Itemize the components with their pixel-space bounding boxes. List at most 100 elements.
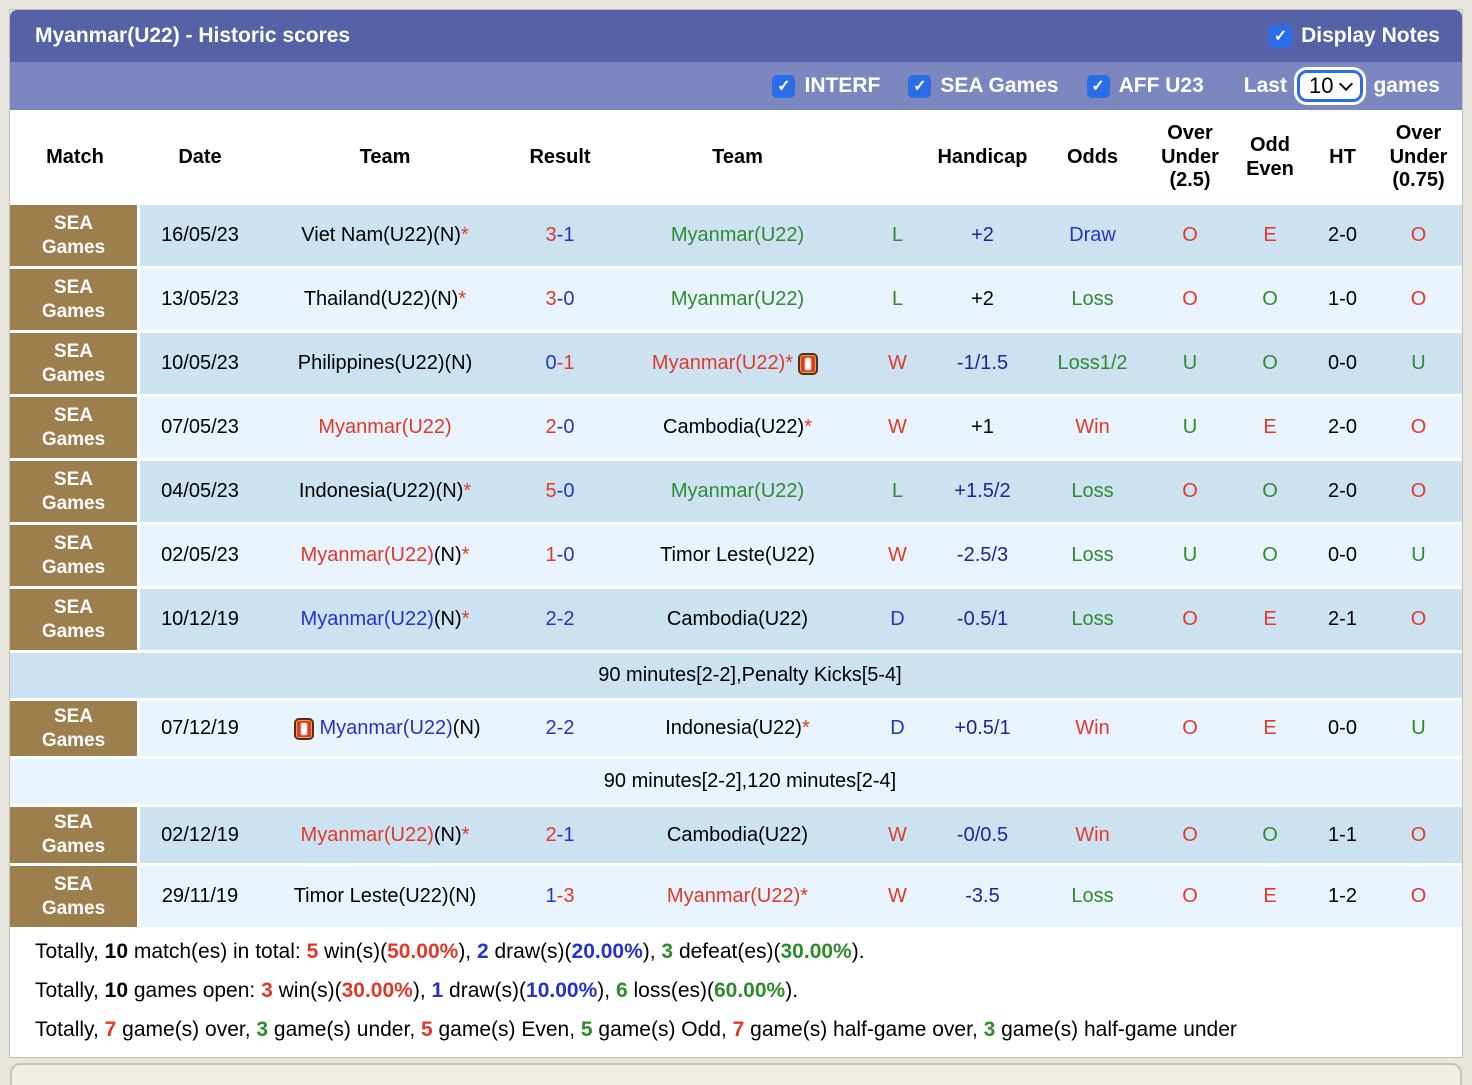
last-games-select[interactable]: 10 bbox=[1296, 70, 1364, 102]
summary-segment: 50.00% bbox=[387, 940, 459, 963]
filter-label: AFF U23 bbox=[1118, 74, 1204, 97]
summary-segment: ), bbox=[458, 940, 477, 963]
team-name: Myanmar(U22) bbox=[670, 224, 805, 246]
summary-segment: 30.00% bbox=[780, 940, 852, 963]
odd-even-cell: E bbox=[1230, 589, 1310, 650]
historic-scores-table: Match Date Team Result Team Handicap Odds Over … bbox=[10, 110, 1462, 930]
page-title: Myanmar(U22) - Historic scores bbox=[35, 24, 351, 47]
team-name: Myanmar(U22) bbox=[319, 717, 453, 739]
odds-cell-value: Loss bbox=[1071, 288, 1114, 310]
match-type-cell: SEA Games bbox=[10, 397, 140, 458]
over-under-2-5-cell: O bbox=[1150, 701, 1230, 756]
match-type-line: SEA bbox=[53, 596, 94, 618]
match-type-line: Games bbox=[41, 236, 106, 258]
display-notes-toggle[interactable]: ✓ Display Notes bbox=[1269, 24, 1440, 48]
home-team-cell: Myanmar(U22) (N) * bbox=[260, 589, 510, 650]
away-team-cell: Myanmar(U22) bbox=[610, 461, 865, 522]
score: -0 bbox=[556, 544, 575, 566]
header-over-under-0.75-: Over Under (0.75) bbox=[1389, 122, 1448, 192]
match-type-line: Games bbox=[41, 620, 106, 642]
score: -0 bbox=[556, 416, 575, 438]
home-team-cell: Myanmar(U22) (N) * bbox=[260, 525, 510, 586]
table-row: SEA Games 10/05/23 Philippines(U22)(N) 0 -1 My… bbox=[10, 333, 1462, 397]
odds-cell: Win bbox=[1035, 807, 1150, 863]
team-name: Cambodia(U22) bbox=[666, 823, 809, 846]
summary-segment: 7 bbox=[732, 1018, 745, 1041]
wdl-cell: W bbox=[865, 333, 930, 394]
score: -1 bbox=[556, 224, 575, 246]
summary-segment: ), bbox=[597, 979, 616, 1002]
odds-cell-value: Loss1/2 bbox=[1057, 352, 1128, 374]
home-team-cell: Viet Nam(U22)(N) * bbox=[260, 205, 510, 266]
summary-segment: ). bbox=[851, 940, 865, 963]
handicap-cell: +0.5/1 bbox=[930, 701, 1035, 756]
filter-checkbox-interf[interactable]: ✓ INTERF bbox=[772, 74, 880, 98]
over-under-0-75-cell: U bbox=[1375, 333, 1462, 394]
match-type-line: SEA bbox=[53, 340, 94, 362]
home-team-cell: Thailand(U22)(N) * bbox=[260, 269, 510, 330]
team-name: Cambodia(U22) bbox=[663, 416, 805, 438]
display-notes-checkbox-icon[interactable]: ✓ bbox=[1269, 24, 1293, 48]
odds-cell: Loss bbox=[1035, 866, 1150, 927]
team-name: * bbox=[801, 717, 810, 739]
away-team-cell: Myanmar(U22) bbox=[610, 205, 865, 266]
date-cell: 13/05/23 bbox=[161, 288, 239, 310]
date-cell: 10/12/19 bbox=[161, 608, 239, 630]
odds-cell-value: Loss bbox=[1071, 480, 1114, 502]
odds-cell: Loss1/2 bbox=[1035, 333, 1150, 394]
odd-even-cell-value: E bbox=[1263, 885, 1277, 907]
summary-section: Totally, 10 match(es) in total: 5 win(s)… bbox=[10, 930, 1462, 1057]
header-team: Team bbox=[359, 145, 411, 168]
odd-even-cell: E bbox=[1230, 866, 1310, 927]
summary-segment: 5 bbox=[580, 1018, 593, 1041]
team-name: Viet Nam(U22)(N) bbox=[301, 224, 461, 246]
checkbox-checked-icon[interactable]: ✓ bbox=[1086, 74, 1110, 98]
team-name: * bbox=[458, 288, 467, 310]
handicap-cell-value: -2.5/3 bbox=[956, 544, 1009, 566]
summary-segment: 2 bbox=[476, 940, 489, 963]
over-under-2-5-cell: O bbox=[1150, 461, 1230, 522]
team-name: Myanmar(U22) bbox=[318, 416, 452, 438]
odds-cell-value: Loss bbox=[1071, 608, 1114, 630]
over-under-0-75-value: U bbox=[1411, 717, 1426, 739]
summary-segment: game(s) half-game under bbox=[995, 1018, 1237, 1041]
summary-segment: win(s)( bbox=[272, 979, 342, 1002]
filter-checkbox-aff-u23[interactable]: ✓ AFF U23 bbox=[1086, 74, 1204, 98]
table-row: SEA Games 07/12/19 Myanmar(U22) (N) 2 -2 Indone… bbox=[10, 701, 1462, 759]
filter-checkbox-sea-games[interactable]: ✓ SEA Games bbox=[908, 74, 1059, 98]
date-cell: 02/12/19 bbox=[161, 823, 239, 846]
result-cell: 2 -2 bbox=[510, 701, 610, 756]
summary-line: Totally, 7 game(s) over, 3 game(s) under… bbox=[35, 1010, 1462, 1049]
over-under-0-75-cell: U bbox=[1375, 525, 1462, 586]
odds-cell-value: Win bbox=[1075, 416, 1110, 438]
result-cell: 2 -0 bbox=[510, 397, 610, 458]
summary-segment: 20.00% bbox=[571, 940, 643, 963]
handicap-cell: +2 bbox=[930, 205, 1035, 266]
odds-cell: Win bbox=[1035, 397, 1150, 458]
team-name: (N) bbox=[433, 544, 462, 566]
header-team: Team bbox=[712, 145, 763, 168]
games-label: games bbox=[1373, 74, 1440, 97]
team-name: Myanmar(U22)* bbox=[651, 352, 794, 374]
handicap-cell-value: +2 bbox=[971, 288, 994, 310]
team-name: Myanmar(U22) bbox=[300, 823, 434, 846]
result-cell: 2 -1 bbox=[510, 807, 610, 863]
match-type-line: Games bbox=[41, 364, 106, 386]
odd-even-cell: O bbox=[1230, 461, 1310, 522]
summary-segment: 10 bbox=[104, 979, 128, 1002]
checkbox-checked-icon[interactable]: ✓ bbox=[908, 74, 932, 98]
odds-cell-value: Loss bbox=[1071, 544, 1114, 566]
score: 1 bbox=[545, 885, 557, 907]
date-cell: 16/05/23 bbox=[161, 224, 239, 246]
over-under-2-5-cell-value: O bbox=[1182, 823, 1198, 846]
over-under-0-75-value: O bbox=[1410, 885, 1427, 907]
table-body: SEA Games 16/05/23 Viet Nam(U22)(N) * 3 -1 Myan… bbox=[10, 205, 1462, 930]
score: -2 bbox=[556, 608, 575, 630]
score: -0 bbox=[556, 480, 575, 502]
over-under-0-75-cell: O bbox=[1375, 397, 1462, 458]
summary-segment: games open: bbox=[128, 979, 262, 1002]
checkbox-checked-icon[interactable]: ✓ bbox=[772, 74, 796, 98]
date-cell: 04/05/23 bbox=[161, 480, 239, 502]
odds-cell: Draw bbox=[1035, 205, 1150, 266]
result-cell: 3 -0 bbox=[510, 269, 610, 330]
